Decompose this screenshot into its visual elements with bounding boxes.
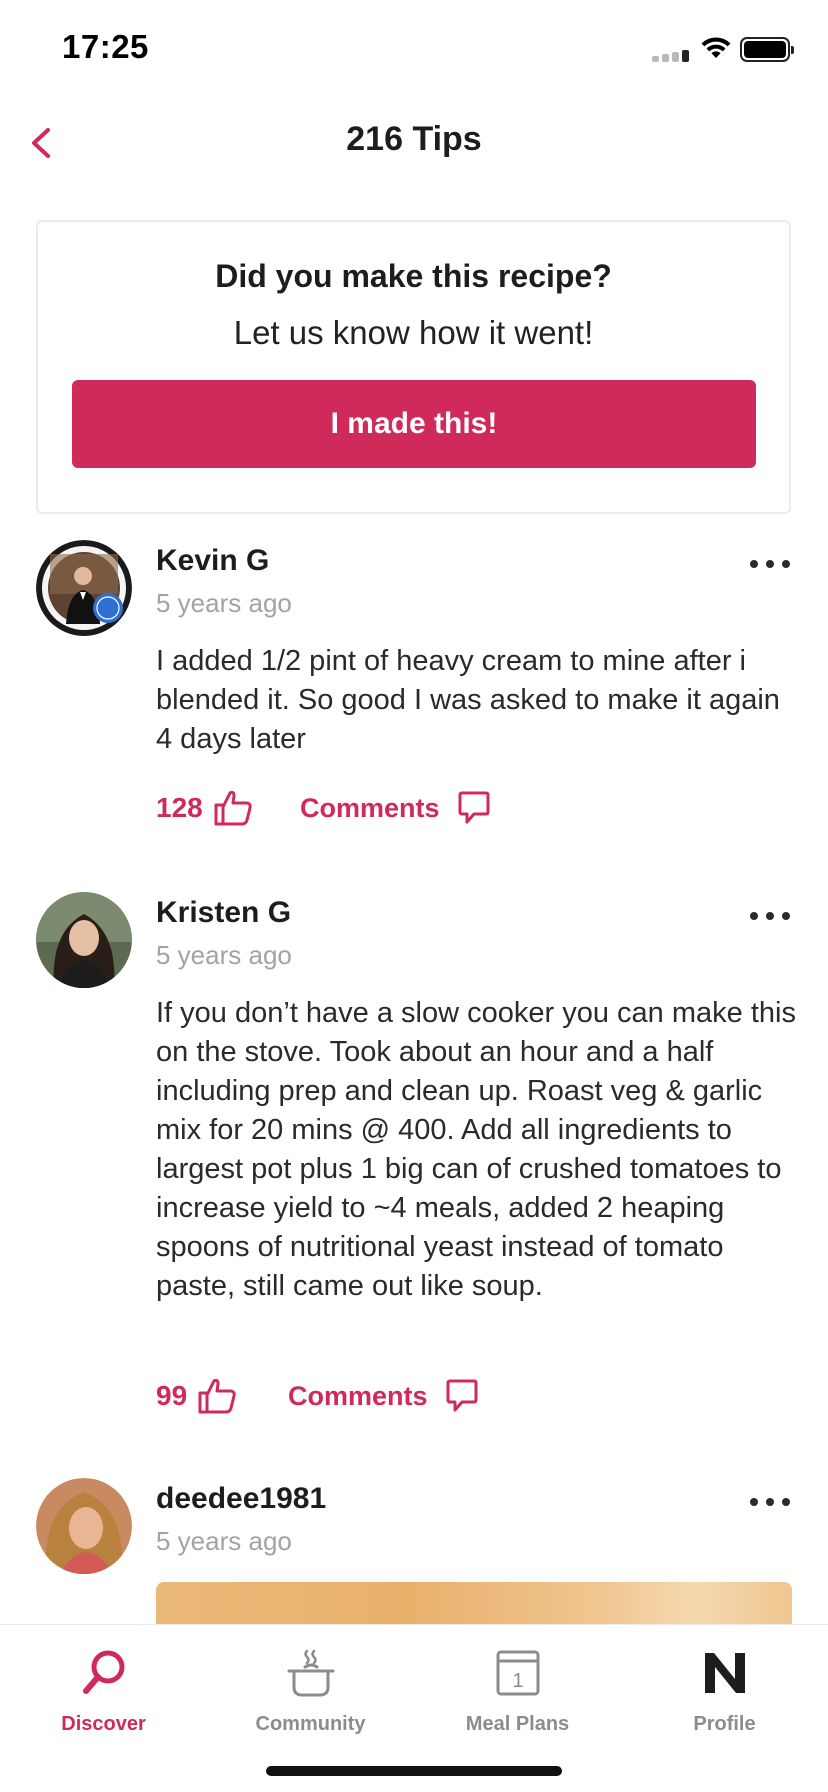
profile-icon (704, 1653, 745, 1693)
comments-label: Comments (300, 792, 440, 823)
tip-timestamp: 5 years ago (156, 1526, 292, 1556)
more-options-button[interactable] (748, 1492, 792, 1512)
status-bar: 17:25 (0, 0, 828, 100)
user-photo (36, 540, 132, 636)
cellular-signal-icon (652, 48, 690, 62)
tab-label: Discover (61, 1713, 146, 1735)
comments-button[interactable]: Comments (300, 790, 492, 826)
status-time: 17:25 (62, 28, 149, 65)
avatar[interactable] (36, 892, 132, 988)
tab-label: Profile (693, 1713, 756, 1735)
more-options-button[interactable] (748, 554, 792, 574)
prompt-title: Did you make this recipe? (215, 258, 612, 294)
tip-text: If you don’t have a slow cooker you can … (156, 997, 796, 1302)
user-photo (36, 892, 132, 988)
battery-icon (740, 37, 794, 62)
tab-discover[interactable]: Discover (0, 1641, 207, 1751)
comment-bubble-icon (446, 1379, 478, 1412)
made-this-prompt-card: Did you make this recipe? Let us know ho… (36, 220, 791, 514)
meal-plans-icon: 1 (496, 1650, 539, 1696)
tab-profile[interactable]: Profile (621, 1641, 828, 1751)
wifi-icon (701, 37, 731, 58)
tab-meal-plans[interactable]: 1 Meal Plans (414, 1641, 621, 1751)
avatar[interactable] (36, 540, 132, 636)
tab-community[interactable]: Community (207, 1641, 414, 1751)
like-count: 128 (156, 792, 203, 823)
tip-photo[interactable] (156, 1582, 792, 1630)
user-photo (36, 1478, 132, 1574)
tip-timestamp: 5 years ago (156, 588, 292, 618)
more-options-button[interactable] (748, 906, 792, 926)
comments-button[interactable]: Comments (288, 1378, 480, 1414)
i-made-this-button[interactable]: I made this! (72, 380, 756, 468)
home-indicator (266, 1766, 562, 1776)
comments-label: Comments (288, 1380, 428, 1411)
discover-icon (82, 1650, 124, 1694)
thumbs-up-icon (198, 1378, 236, 1414)
like-button[interactable]: 128 (156, 790, 253, 826)
page-title: 216 Tips (346, 120, 482, 158)
like-button[interactable]: 99 (156, 1378, 237, 1414)
meal-plans-day: 1 (512, 1670, 523, 1692)
prompt-subtitle: Let us know how it went! (233, 314, 594, 351)
comment-bubble-icon (458, 791, 490, 824)
tip-username[interactable]: Kristen G (156, 896, 291, 930)
tip-text: I added 1/2 pint of heavy cream to mine … (156, 645, 780, 755)
tab-label: Meal Plans (465, 1713, 570, 1735)
community-icon (287, 1649, 334, 1697)
header: 216 Tips (0, 100, 828, 180)
avatar[interactable] (36, 1478, 132, 1574)
tip-username[interactable]: Kevin G (156, 544, 269, 578)
tip-timestamp: 5 years ago (156, 940, 292, 970)
thumbs-up-icon (214, 790, 252, 826)
tip-username[interactable]: deedee1981 (156, 1482, 326, 1516)
like-count: 99 (156, 1380, 188, 1411)
tab-label: Community (255, 1713, 366, 1735)
